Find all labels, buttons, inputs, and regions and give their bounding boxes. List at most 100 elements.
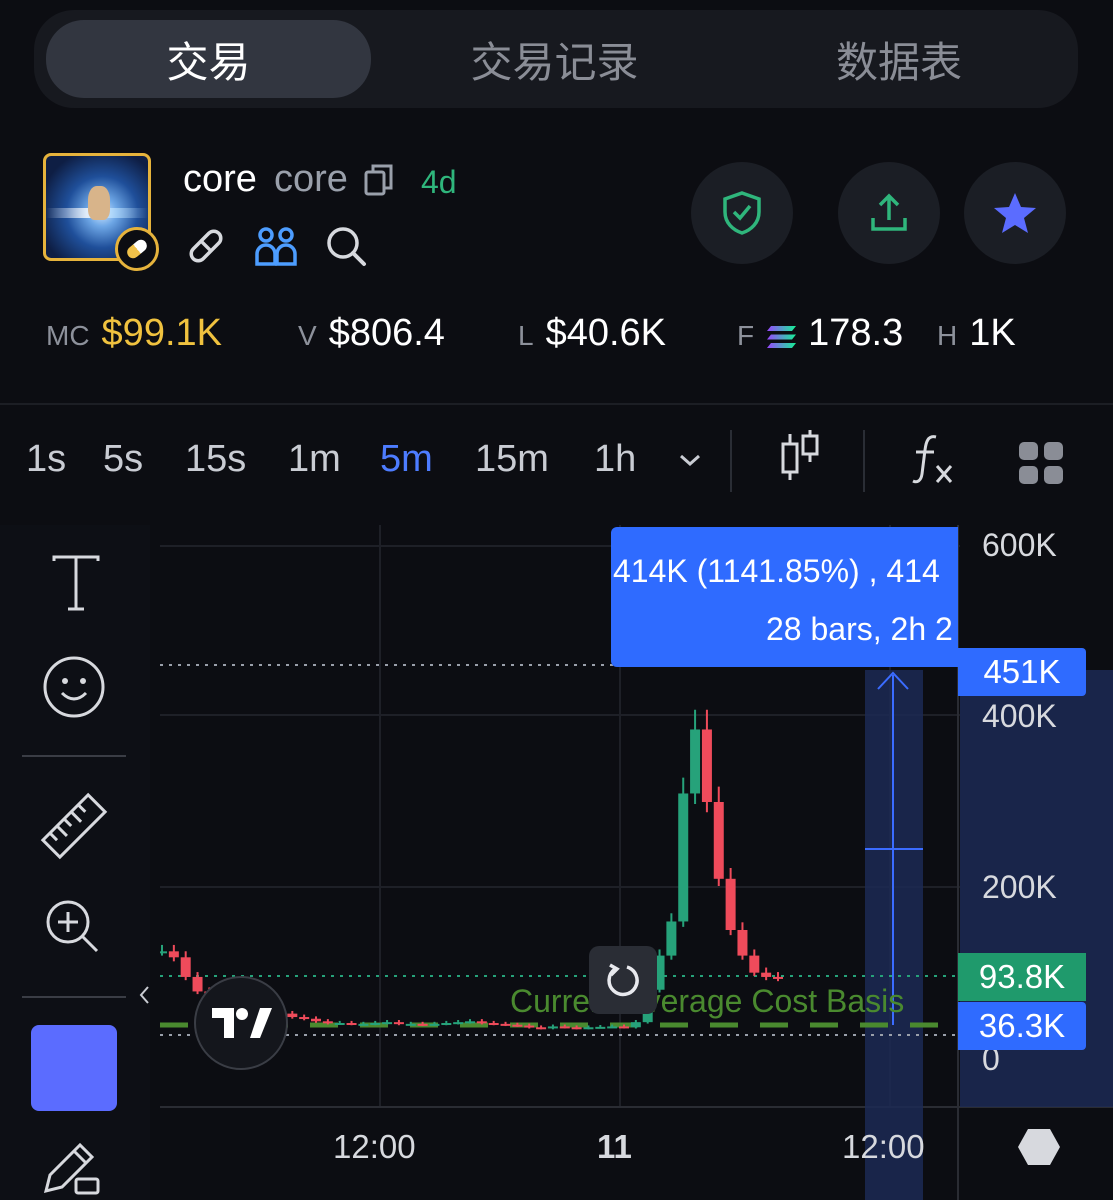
color-swatch[interactable] (31, 1025, 117, 1111)
settings-hexagon-icon[interactable] (1016, 1127, 1062, 1167)
pencil-lock-icon[interactable] (40, 1135, 104, 1195)
candle-body (690, 729, 701, 794)
candlestick-type-icon[interactable] (778, 428, 822, 484)
indicators-fx-icon[interactable] (910, 432, 956, 486)
candle-body (334, 1023, 345, 1026)
measure-price-change: 414K (1141.85%) , 414 (613, 553, 940, 589)
candle-body (666, 921, 677, 956)
toolbar-divider (730, 430, 732, 492)
measure-bars-time: 28 bars, 2h 2 (766, 611, 953, 647)
layout-grid-icon[interactable] (1017, 440, 1065, 486)
share-icon (871, 193, 907, 231)
candle-body (322, 1021, 333, 1024)
x-tick-1200-b: 12:00 (842, 1128, 925, 1165)
stat-fees: F 178.3 (737, 312, 903, 362)
candle-body (678, 793, 689, 922)
candle-body (595, 1026, 606, 1029)
candle-body (417, 1023, 428, 1026)
tradingview-logo[interactable] (194, 976, 288, 1070)
candle-body (488, 1023, 499, 1026)
f-label: F (737, 320, 755, 351)
candle-body (157, 951, 167, 954)
copy-icon[interactable] (364, 163, 394, 197)
shield-check-icon (723, 191, 761, 235)
toolbar-separator (22, 755, 126, 757)
link-icon[interactable] (184, 224, 228, 268)
y-tick-600k: 600K (982, 527, 1057, 563)
holders-icon[interactable] (254, 224, 298, 268)
toolbar-separator (22, 996, 126, 998)
candle-body (583, 1027, 594, 1030)
interval-15m[interactable]: 15m (475, 438, 549, 481)
stat-market-cap: MC $99.1K (46, 312, 222, 362)
star-icon (994, 193, 1036, 233)
candle-body (180, 957, 191, 977)
candle-body (571, 1027, 582, 1030)
candle-body (524, 1025, 535, 1028)
collapse-toolbar-icon[interactable] (137, 984, 151, 1006)
toolbar-divider (863, 430, 865, 492)
mc-label: MC (46, 320, 90, 351)
candle-body (547, 1026, 558, 1029)
stat-liquidity: L $40.6K (518, 312, 666, 362)
tab-trade-history[interactable]: 交易记录 (382, 20, 727, 98)
candle-body (737, 930, 748, 956)
candle-body (393, 1022, 404, 1025)
interval-1s[interactable]: 1s (26, 438, 66, 481)
search-icon[interactable] (324, 224, 368, 268)
candle-body (559, 1026, 570, 1029)
interval-5m[interactable]: 5m (380, 438, 433, 481)
candle-body (536, 1027, 547, 1030)
candle-body (441, 1023, 452, 1026)
candle-body (619, 1026, 629, 1029)
candle-body (465, 1021, 475, 1024)
measure-tooltip: 414K (1141.85%) , 414 28 bars, 2h 2 (611, 527, 958, 667)
candle-body (725, 878, 736, 930)
security-check-button[interactable] (691, 162, 793, 264)
tradingview-logo-icon (212, 1008, 272, 1038)
candle-body (168, 951, 179, 958)
section-divider (0, 403, 1113, 405)
interval-1h[interactable]: 1h (594, 438, 636, 481)
text-tool-icon[interactable] (50, 555, 102, 611)
candle-body (192, 976, 203, 992)
interval-1m[interactable]: 1m (288, 438, 341, 481)
candle-body (429, 1023, 440, 1026)
stat-holders: H 1K (937, 312, 1016, 362)
v-label: V (298, 320, 317, 351)
cost-price-tag: 36.3K (958, 1002, 1086, 1050)
candle-body (713, 802, 724, 879)
interval-5s[interactable]: 5s (103, 438, 143, 481)
reset-icon (607, 963, 639, 997)
candle-body (761, 972, 772, 977)
token-name: core (183, 158, 257, 200)
cost-basis-label: Current Average Cost Basis (510, 983, 905, 1019)
candle-body (701, 729, 712, 802)
solana-icon (767, 326, 797, 348)
candle-body (607, 1026, 618, 1029)
emoji-tool-icon[interactable] (42, 655, 106, 719)
candle-body (346, 1023, 357, 1026)
y-tick-400k: 400K (982, 698, 1057, 734)
interval-15s[interactable]: 15s (185, 438, 246, 481)
tab-trade[interactable]: 交易 (46, 20, 371, 98)
candle-body (749, 955, 760, 973)
price-chart[interactable]: Current Average Cost Basis 414K (1141.85… (157, 525, 1113, 1200)
candle-body (287, 1013, 298, 1018)
l-value: $40.6K (545, 312, 667, 354)
high-price-tag: 451K (958, 648, 1086, 696)
token-symbol: core (274, 158, 348, 200)
x-tick-day-11: 11 (597, 1128, 632, 1165)
chevron-down-icon[interactable] (676, 450, 704, 470)
ruler-tool-icon[interactable] (38, 790, 110, 862)
favorite-button[interactable] (964, 162, 1066, 264)
zoom-in-icon[interactable] (44, 898, 100, 954)
share-button[interactable] (838, 162, 940, 264)
tab-data-table[interactable]: 数据表 (734, 20, 1064, 98)
v-value: $806.4 (328, 312, 445, 354)
reset-chart-button[interactable] (589, 946, 657, 1014)
trade-tab-bar: 交易 交易记录 数据表 (34, 10, 1078, 108)
candle-body (773, 976, 783, 979)
h-label: H (937, 320, 958, 351)
candle-body (370, 1023, 381, 1026)
